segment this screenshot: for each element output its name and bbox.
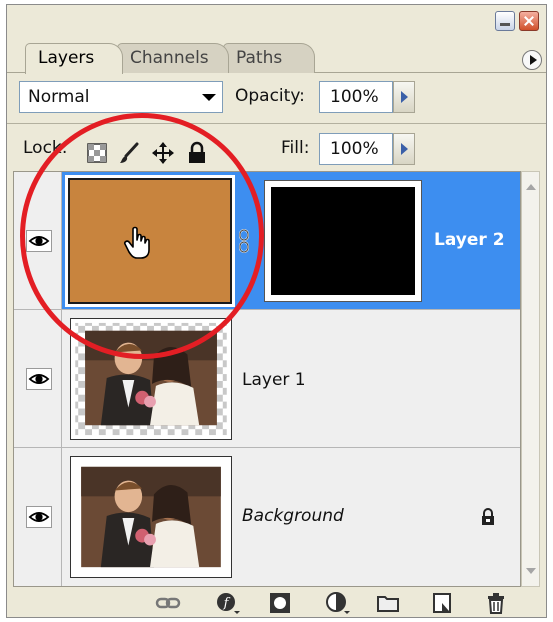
layers-bottom-toolbar: f [7, 589, 546, 617]
scroll-down-arrow[interactable] [526, 568, 536, 574]
panel-titlebar [7, 5, 546, 35]
layers-list: Layer 2 Layer 1 Background [13, 171, 521, 587]
opacity-field[interactable]: 100% [319, 81, 393, 113]
adjustment-layer-icon[interactable] [325, 591, 351, 615]
background-photo-thumbnail[interactable] [70, 456, 232, 578]
minimize-button[interactable] [495, 11, 515, 31]
blend-mode-value: Normal [28, 87, 90, 107]
layer-1-photo-thumbnail[interactable] [70, 318, 232, 440]
visibility-cell [14, 310, 62, 447]
tab-paths[interactable]: Paths [223, 43, 315, 73]
add-mask-icon[interactable] [267, 591, 293, 615]
lock-label: Lock: [23, 138, 68, 158]
layer-row-layer-2[interactable]: Layer 2 [14, 172, 520, 310]
mask-link-icon[interactable] [238, 228, 250, 254]
layer-name[interactable]: Background [242, 506, 344, 526]
visibility-cell [14, 172, 62, 309]
layer-row-background[interactable]: Background [14, 448, 520, 586]
fill-slider-button[interactable] [393, 133, 415, 165]
layer-name[interactable]: Layer 1 [242, 370, 306, 390]
tab-channels[interactable]: Channels [117, 43, 229, 73]
close-button[interactable] [519, 11, 539, 31]
opacity-slider-button[interactable] [393, 81, 415, 113]
lock-all-icon[interactable] [185, 141, 209, 165]
visibility-cell [14, 448, 62, 586]
lock-image-pixels-icon[interactable] [117, 141, 141, 165]
fill-label: Fill: [281, 138, 310, 158]
eye-icon[interactable] [26, 506, 52, 528]
link-layers-icon[interactable] [155, 591, 181, 615]
eye-icon[interactable] [26, 368, 52, 390]
tab-layers[interactable]: Layers [25, 43, 123, 74]
new-layer-icon[interactable] [429, 591, 455, 615]
lock-icon [482, 508, 494, 525]
mask-fill [271, 187, 415, 295]
layer-name[interactable]: Layer 2 [434, 230, 505, 250]
lock-transparent-pixels-icon[interactable] [85, 141, 109, 165]
scroll-up-arrow[interactable] [526, 184, 536, 190]
eye-icon[interactable] [26, 230, 52, 252]
chevron-down-icon [202, 94, 216, 101]
layers-scrollbar[interactable] [521, 171, 540, 587]
fill-field[interactable]: 100% [319, 133, 393, 165]
new-group-icon[interactable] [375, 591, 401, 615]
layer-row-layer-1[interactable]: Layer 1 [14, 310, 520, 448]
lock-position-icon[interactable] [151, 141, 175, 165]
layer-2-mask-thumbnail[interactable] [264, 180, 422, 302]
blend-mode-select[interactable]: Normal [19, 81, 223, 113]
panel-tabs: Paths Channels Layers [17, 43, 537, 74]
layers-panel: Paths Channels Layers Normal Opacity: 10… [6, 4, 547, 618]
panel-menu-button[interactable] [522, 50, 542, 70]
layer-style-icon[interactable]: f [215, 591, 241, 615]
options-divider [7, 123, 546, 124]
delete-layer-icon[interactable] [483, 591, 509, 615]
hand-cursor-icon [124, 226, 150, 259]
opacity-label: Opacity: [235, 86, 305, 106]
